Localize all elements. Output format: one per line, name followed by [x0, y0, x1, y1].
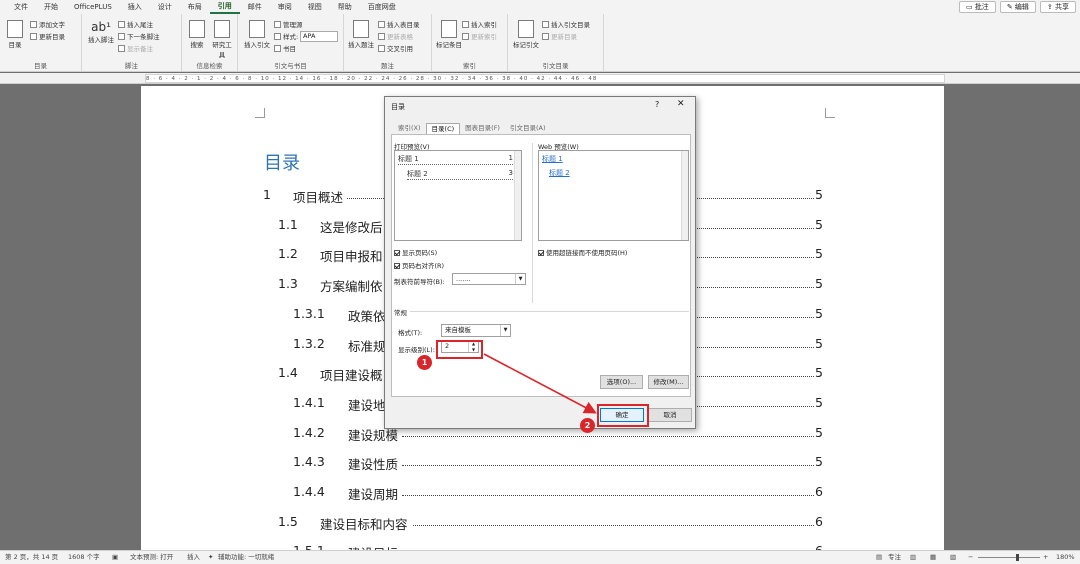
annotation-arrow: [483, 353, 597, 414]
arrow-line: [483, 353, 597, 414]
